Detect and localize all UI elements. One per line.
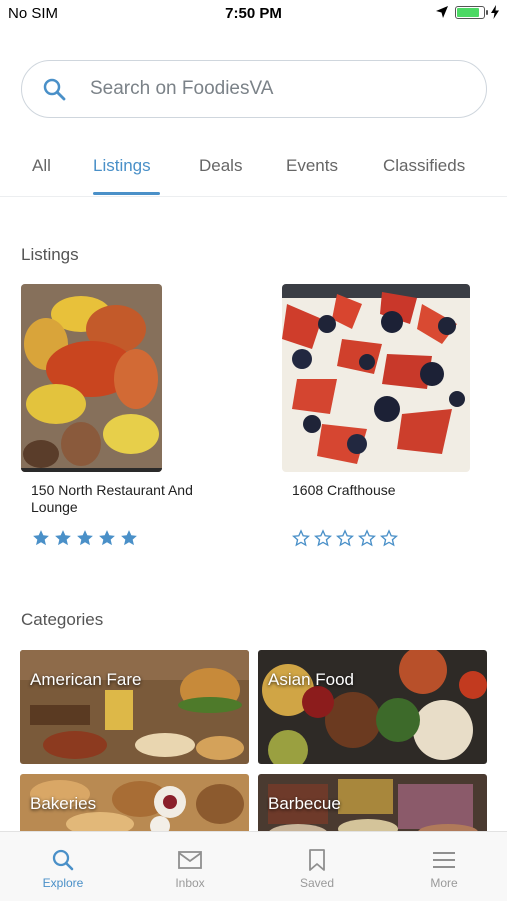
category-label: Bakeries [30, 794, 97, 813]
listing-name-1608-crafthouse[interactable]: 1608 Crafthouse [292, 482, 472, 499]
listings-section-title: Listings [21, 245, 79, 264]
category-label: American Fare [30, 670, 142, 689]
listing-image-150-north[interactable] [21, 284, 162, 472]
listing-name-150-north[interactable]: 150 North Restaurant And Lounge [31, 482, 231, 516]
seafood-photo [21, 284, 162, 472]
tab-listings[interactable]: Listings [93, 156, 151, 176]
tab-all[interactable]: All [32, 156, 51, 176]
tab-classifieds[interactable]: Classifieds [383, 156, 465, 176]
star-outline-icon [380, 529, 398, 547]
listing-rating-1608-crafthouse [292, 529, 398, 547]
tab-deals[interactable]: Deals [199, 156, 242, 176]
tabbar-inbox[interactable]: Inbox [127, 832, 253, 901]
tab-events[interactable]: Events [286, 156, 338, 176]
berries-photo [282, 284, 470, 472]
search-input[interactable]: Search on FoodiesVA [90, 78, 273, 100]
category-label: Asian Food [268, 670, 354, 689]
star-filled-icon [99, 530, 115, 546]
category-label: Barbecue [268, 794, 341, 813]
listing-rating-150-north [32, 529, 138, 547]
bookmark-icon [309, 849, 325, 871]
status-icons [435, 5, 499, 19]
category-american-fare[interactable]: American Fare [20, 650, 249, 764]
tabbar-saved[interactable]: Saved [254, 832, 380, 901]
listing-image-1608-crafthouse[interactable] [282, 284, 470, 472]
star-filled-icon [121, 530, 137, 546]
star-outline-icon [358, 529, 376, 547]
tabbar-more[interactable]: More [381, 832, 507, 901]
menu-icon [433, 852, 455, 868]
battery-icon [455, 5, 488, 19]
active-tab-indicator [93, 192, 160, 195]
star-outline-icon [292, 529, 310, 547]
location-arrow-icon [436, 6, 448, 18]
mail-icon [178, 851, 202, 869]
star-filled-icon [33, 530, 49, 546]
tabbar-label: Saved [299, 876, 335, 890]
star-filled-icon [55, 530, 71, 546]
search-icon [43, 78, 66, 101]
bottom-tab-bar: Explore Inbox Saved More [0, 831, 507, 901]
star-outline-icon [314, 529, 332, 547]
category-asian-food[interactable]: Asian Food [258, 650, 487, 764]
status-bar: No SIM 7:50 PM [0, 0, 507, 28]
clock-time: 7:50 PM [225, 5, 282, 22]
tabbar-explore[interactable]: Explore [0, 832, 126, 901]
tabbar-label: More [430, 876, 458, 890]
american-fare-photo [20, 650, 249, 764]
asian-food-photo [258, 650, 487, 764]
star-filled-icon [77, 530, 93, 546]
tabbar-label: Explore [42, 876, 84, 890]
search-icon [52, 849, 74, 871]
charging-bolt-icon [491, 5, 499, 19]
star-outline-icon [336, 529, 354, 547]
tabbar-label: Inbox [175, 876, 205, 890]
search-bar[interactable]: Search on FoodiesVA [21, 60, 487, 118]
categories-section-title: Categories [21, 610, 104, 629]
filter-tabs: All Listings Deals Events Classifieds [0, 140, 507, 197]
